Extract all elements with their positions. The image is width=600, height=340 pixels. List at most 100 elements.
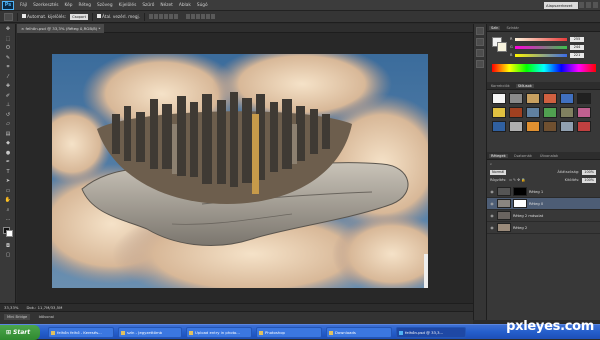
document-tab[interactable]: × felhőn.psd @ 33,3% (Réteg 0,RGB/8) *	[17, 24, 105, 33]
green-value[interactable]: 244	[570, 44, 584, 50]
filter-kind-icon[interactable]: ⌕	[490, 162, 492, 166]
color-spectrum[interactable]	[492, 64, 596, 72]
style-swatch[interactable]	[543, 93, 557, 104]
green-slider[interactable]	[515, 45, 567, 49]
tab-layers[interactable]: Rétegek	[489, 153, 508, 158]
align-bottom-icon[interactable]	[159, 14, 164, 19]
distribute-left-icon[interactable]	[201, 14, 206, 19]
align-right-icon[interactable]	[174, 14, 179, 19]
history-brush-tool-icon[interactable]: ↺	[3, 111, 13, 120]
move-tool-preset-icon[interactable]	[4, 12, 13, 21]
type-tool-icon[interactable]: T	[3, 168, 13, 177]
dodge-tool-icon[interactable]: ●	[3, 149, 13, 158]
taskbar-item[interactable]: Photoshop	[256, 327, 322, 338]
layer-row[interactable]: ◉ Réteg 1	[487, 186, 600, 198]
eraser-tool-icon[interactable]: ▱	[3, 120, 13, 129]
lock-icons[interactable]: ▫ ✎ ✥ 🔒	[509, 178, 525, 182]
taskbar-item-active[interactable]: felhőn.psd @ 33,3...	[396, 327, 466, 338]
zoom-level[interactable]: 33,33%	[4, 305, 18, 310]
menu-image[interactable]: Kép	[62, 3, 76, 8]
style-swatch[interactable]	[543, 107, 557, 118]
style-swatch[interactable]	[577, 93, 591, 104]
distribute-bottom-icon[interactable]	[196, 14, 201, 19]
menu-window[interactable]: Ablak	[176, 3, 194, 8]
blue-slider[interactable]	[515, 53, 567, 57]
style-swatch[interactable]	[509, 121, 523, 132]
style-swatch[interactable]	[492, 121, 506, 132]
align-center-icon[interactable]	[169, 14, 174, 19]
distribute-top-icon[interactable]	[186, 14, 191, 19]
visibility-eye-icon[interactable]: ◉	[489, 189, 495, 195]
shape-tool-icon[interactable]: ▭	[3, 187, 13, 196]
style-swatch[interactable]	[526, 121, 540, 132]
zoom-tool-icon[interactable]: ⌕	[3, 206, 13, 215]
tab-channels[interactable]: Csatornák	[512, 154, 534, 158]
tab-paths[interactable]: Útvonalak	[538, 154, 560, 158]
visibility-eye-icon[interactable]: ◉	[489, 201, 495, 207]
layer-row[interactable]: ◉ Réteg 2 másolat	[487, 210, 600, 222]
tab-adjustments[interactable]: Korrekciók	[489, 84, 512, 88]
lasso-tool-icon[interactable]: ʘ	[3, 44, 13, 53]
quick-select-tool-icon[interactable]: ✎	[3, 54, 13, 63]
background-color-swatch[interactable]	[497, 42, 507, 52]
pen-tool-icon[interactable]: ✒	[3, 158, 13, 167]
align-middle-icon[interactable]	[154, 14, 159, 19]
gradient-tool-icon[interactable]: ▤	[3, 130, 13, 139]
tab-swatches[interactable]: Színtár	[504, 26, 521, 30]
style-swatch[interactable]	[577, 121, 591, 132]
clone-stamp-tool-icon[interactable]: ⊥	[3, 101, 13, 110]
background-color[interactable]	[6, 229, 13, 237]
style-swatch[interactable]	[560, 93, 574, 104]
style-swatch[interactable]	[509, 93, 523, 104]
blue-value[interactable]: 221	[570, 52, 584, 58]
fill-field[interactable]: 100%	[582, 177, 596, 183]
maximize-button[interactable]	[586, 2, 591, 8]
distribute-right-icon[interactable]	[211, 14, 216, 19]
document-size[interactable]: Dok.: 11,7M/33,5M	[26, 305, 62, 310]
red-slider[interactable]	[515, 37, 567, 41]
visibility-eye-icon[interactable]: ◉	[489, 225, 495, 231]
menu-select[interactable]: Kijelölés	[116, 3, 140, 8]
align-left-icon[interactable]	[164, 14, 169, 19]
layer-row[interactable]: ◉ Réteg 2	[487, 222, 600, 234]
extra-tools-icon[interactable]: …	[3, 215, 13, 224]
taskbar-item[interactable]: szín - Jegyzettömb	[118, 327, 182, 338]
taskbar-item[interactable]: Downloads	[326, 327, 392, 338]
auto-select-dropdown[interactable]: Csoport	[70, 13, 89, 20]
tab-color[interactable]: Szín	[489, 25, 501, 30]
brush-tool-icon[interactable]: ✐	[3, 92, 13, 101]
document-canvas[interactable]	[52, 54, 428, 288]
style-swatch[interactable]	[560, 107, 574, 118]
tab-timeline[interactable]: Idővonal	[36, 314, 57, 320]
taskbar-item[interactable]: Upload entry in photo...	[186, 327, 252, 338]
tab-styles[interactable]: Stílusok	[515, 83, 534, 88]
distribute-center-icon[interactable]	[206, 14, 211, 19]
tab-mini-bridge[interactable]: Mini Bridge	[4, 314, 31, 320]
menu-edit[interactable]: Szerkesztés	[30, 3, 61, 8]
quick-mask-icon[interactable]: ◘	[3, 242, 13, 251]
minimize-button[interactable]	[579, 2, 584, 8]
marquee-tool-icon[interactable]: ⬚	[3, 35, 13, 44]
style-swatch[interactable]	[543, 121, 557, 132]
properties-panel-icon[interactable]	[476, 38, 484, 46]
style-swatch[interactable]	[560, 121, 574, 132]
align-top-icon[interactable]	[149, 14, 154, 19]
move-tool-icon[interactable]: ✥	[3, 25, 13, 34]
character-panel-icon[interactable]	[476, 49, 484, 57]
color-swatches[interactable]	[0, 226, 15, 241]
style-swatch[interactable]	[577, 107, 591, 118]
workspace-selector[interactable]: Alapszerkezet	[544, 2, 578, 9]
opacity-field[interactable]: 100%	[582, 169, 596, 175]
blur-tool-icon[interactable]: ◆	[3, 139, 13, 148]
style-swatch[interactable]	[526, 107, 540, 118]
history-panel-icon[interactable]	[476, 27, 484, 35]
hand-tool-icon[interactable]: ✋	[3, 196, 13, 205]
eyedropper-tool-icon[interactable]: ⁄	[3, 73, 13, 82]
menu-help[interactable]: Súgó	[194, 3, 211, 8]
menu-filter[interactable]: Szűrő	[139, 3, 157, 8]
transform-controls-checkbox[interactable]: Átal. vezérl. megj.	[97, 14, 140, 19]
menu-file[interactable]: Fájl	[17, 3, 30, 8]
style-swatch[interactable]	[509, 107, 523, 118]
layer-row-selected[interactable]: ◉ Réteg 0	[487, 198, 600, 210]
style-swatch[interactable]	[526, 93, 540, 104]
